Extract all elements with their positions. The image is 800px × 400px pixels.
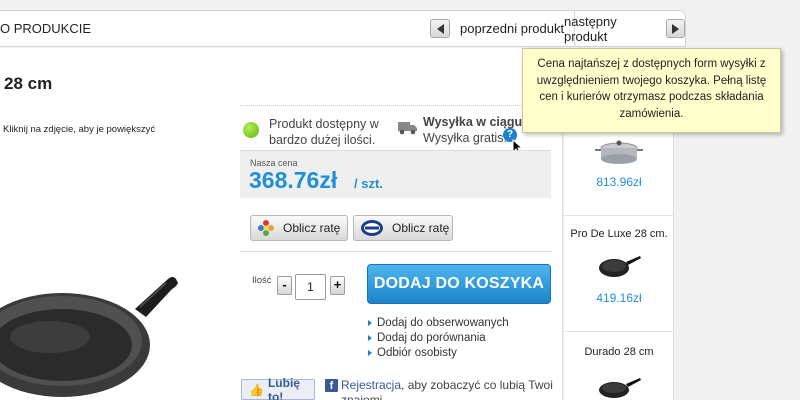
arrow-left-icon[interactable] bbox=[430, 19, 450, 38]
bullet-arrow-icon bbox=[368, 319, 372, 326]
related-product-price-2: 419.16zł bbox=[596, 291, 642, 305]
page: O PRODUKCIE poprzedni produkt następny p… bbox=[0, 0, 800, 400]
shipping-price-tooltip: Cena najtańszej z dostępnych form wysyłk… bbox=[522, 48, 781, 133]
like-label[interactable]: Lubię to! bbox=[268, 376, 314, 400]
related-product-3[interactable]: Durado 28 cm bbox=[564, 346, 674, 400]
sidebar-divider bbox=[564, 331, 674, 332]
installment-button-2[interactable]: Oblicz ratę bbox=[353, 215, 453, 241]
product-actions: Dodaj do obserwowanych Dodaj do porównan… bbox=[368, 315, 509, 360]
truck-icon bbox=[398, 122, 417, 135]
frying-pan-image[interactable] bbox=[0, 273, 180, 400]
add-to-cart-button[interactable]: DODAJ DO KOSZYKA bbox=[367, 264, 551, 304]
product-title: 28 cm bbox=[4, 74, 53, 93]
free-shipping: Wysyłka gratis! bbox=[423, 131, 507, 145]
thumbs-up-icon: 👍 bbox=[249, 382, 264, 397]
related-product-price-1: 813.96zł bbox=[596, 175, 642, 189]
quantity-input[interactable]: 1 bbox=[295, 274, 326, 300]
compare-link-label[interactable]: Dodaj do porównania bbox=[377, 332, 486, 344]
zagiel-logo-icon bbox=[361, 220, 383, 236]
pickup-link-label[interactable]: Odbiór osobisty bbox=[377, 347, 457, 359]
previous-product-link[interactable]: poprzedni produkt bbox=[430, 11, 576, 46]
register-link[interactable]: Rejestracja bbox=[341, 378, 401, 392]
section-title: O PRODUKCIE bbox=[0, 21, 92, 36]
previous-product-label[interactable]: poprzedni produkt bbox=[460, 21, 564, 36]
image-zoom-hint: Kliknij na zdjęcie, aby je powiększyć bbox=[3, 124, 156, 135]
pickup-link[interactable]: Odbiór osobisty bbox=[368, 345, 509, 360]
watch-link-label[interactable]: Dodaj do obserwowanych bbox=[377, 317, 509, 329]
pot-image[interactable] bbox=[594, 136, 644, 166]
arrow-right-icon[interactable] bbox=[666, 19, 685, 38]
pan-image[interactable] bbox=[594, 248, 644, 282]
availability-status: Produkt dostępny w bardzo dużej ilości. bbox=[269, 117, 379, 147]
product-main: 28 cm Kliknij na zdjęcie, aby je powięks… bbox=[0, 48, 563, 400]
installment-button-1[interactable]: Oblicz ratę bbox=[250, 215, 348, 241]
related-product-name-2[interactable]: Pro De Luxe 28 cm. bbox=[564, 228, 674, 240]
bullet-arrow-icon bbox=[368, 349, 372, 356]
pan-image[interactable] bbox=[594, 368, 644, 400]
product-topbar: O PRODUKCIE poprzedni produkt następny p… bbox=[0, 10, 686, 47]
price-box: Nasza cena 368.76zł / szt. bbox=[240, 150, 551, 198]
sidebar-divider bbox=[564, 215, 674, 216]
facebook-icon: f bbox=[325, 379, 338, 392]
divider bbox=[240, 251, 552, 252]
facebook-social-text: Rejestracja, aby zobaczyć co lubią Twoi … bbox=[341, 378, 556, 400]
installment-label-2[interactable]: Oblicz ratę bbox=[392, 221, 449, 235]
installment-label-1[interactable]: Oblicz ratę bbox=[283, 221, 340, 235]
related-product-name-3[interactable]: Durado 28 cm bbox=[564, 346, 674, 358]
watch-link[interactable]: Dodaj do obserwowanych bbox=[368, 315, 509, 330]
related-product-2[interactable]: Pro De Luxe 28 cm. 419.16zł bbox=[564, 228, 674, 305]
next-product-label[interactable]: następny produkt bbox=[564, 14, 656, 44]
bullet-arrow-icon bbox=[368, 334, 372, 341]
shipping-time: Wysyłka w ciągu 3 bbox=[423, 115, 533, 129]
related-product-1[interactable]: 813.96zł bbox=[564, 136, 674, 189]
quantity-increase-button[interactable]: + bbox=[330, 276, 345, 295]
quantity-label: Ilość bbox=[252, 275, 272, 286]
next-product-link[interactable]: następny produkt bbox=[564, 11, 685, 46]
compare-link[interactable]: Dodaj do porównania bbox=[368, 330, 509, 345]
facebook-like-button[interactable]: 👍 Lubię to! bbox=[241, 376, 315, 400]
price-unit: / szt. bbox=[354, 176, 383, 191]
quantity-decrease-button[interactable]: - bbox=[277, 276, 292, 295]
availability-row: Produkt dostępny w bardzo dużej ilości. … bbox=[240, 105, 552, 156]
price-value: 368.76zł bbox=[249, 167, 338, 193]
availability-dot-icon bbox=[243, 122, 259, 138]
flower-logo-icon bbox=[258, 220, 274, 236]
